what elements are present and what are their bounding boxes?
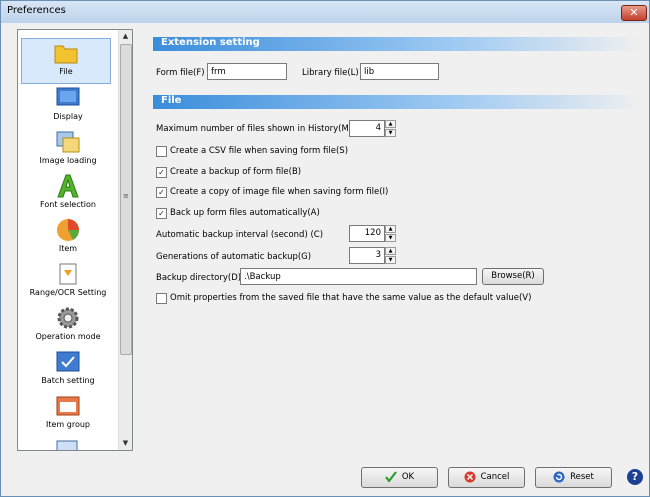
category-scrollbar[interactable]: ▲ ≡ ▼ [118,30,132,450]
library-file-label: Library file(L) [302,68,359,78]
sidebar-item-font-selection[interactable]: Font selection [18,172,118,216]
backup-directory-label: Backup directory(D) [156,273,242,283]
font-icon [57,174,79,198]
section-title: File [161,95,182,106]
sidebar-item-batch-setting[interactable]: Batch setting [18,348,118,392]
spin-down-icon[interactable]: ▼ [385,256,396,264]
sidebar-item-display[interactable]: Display [18,84,118,128]
omit-checkbox[interactable] [156,293,167,304]
preferences-window: Preferences ✕ File Display Image loading… [0,0,650,497]
csv-checkbox[interactable] [156,146,167,157]
sidebar-item-operation-mode[interactable]: Operation mode [18,304,118,348]
cancel-label: Cancel [480,472,510,482]
backup-form-label: Create a backup of form file(B) [170,167,302,177]
sidebar-item-label: Display [53,112,83,121]
sidebar-item-label: Operation mode [35,332,101,341]
sidebar-item-item-group[interactable]: Item group [18,392,118,436]
interval-value[interactable]: 120 [349,225,385,242]
category-list: File Display Image loading Font selectio… [17,29,133,451]
ok-button[interactable]: OK [361,467,438,488]
next-item-icon [56,440,78,450]
dialog-body: File Display Image loading Font selectio… [7,25,645,490]
monitor-icon [56,87,80,106]
generations-label: Generations of automatic backup(G) [156,252,312,262]
auto-backup-checkbox[interactable]: ✓ [156,208,167,219]
extension-setting-header: Extension setting [153,37,643,51]
library-file-field[interactable]: lib [360,63,439,80]
batch-icon [56,351,80,372]
spin-up-icon[interactable]: ▲ [385,225,396,233]
range-ocr-icon [59,263,77,285]
pie-chart-icon [57,219,80,241]
help-icon[interactable]: ? [627,469,643,485]
sidebar-item-label: Font selection [40,200,96,209]
omit-label: Omit properties from the saved file that… [170,293,532,303]
scroll-up-button[interactable]: ▲ [119,30,132,43]
close-button[interactable]: ✕ [621,5,647,21]
sidebar-item-label: Image loading [39,156,97,165]
copy-image-label: Create a copy of image file when saving … [170,187,389,197]
sidebar-item-label: Range/OCR Setting [29,288,107,297]
sidebar-item-image-loading[interactable]: Image loading [18,128,118,172]
history-label: Maximum number of files shown in History… [156,124,353,134]
sidebar-item-label: Batch setting [41,376,95,385]
image-loading-icon [56,131,80,153]
ok-label: OK [401,472,415,482]
sidebar-item-label: File [59,67,73,76]
form-file-field[interactable]: frm [207,63,287,80]
file-header: File [153,95,643,109]
interval-stepper[interactable]: 120 ▲ ▼ [349,225,397,242]
reset-label: Reset [570,472,594,482]
generations-stepper[interactable]: 3 ▲ ▼ [349,247,397,264]
spin-up-icon[interactable]: ▲ [385,120,396,128]
window-title: Preferences [7,5,66,16]
item-group-icon [56,396,80,416]
history-stepper[interactable]: 4 ▲ ▼ [349,120,397,137]
backup-directory-field[interactable]: .\Backup [240,268,477,285]
auto-backup-label: Back up form files automatically(A) [170,208,320,218]
sidebar-item-item[interactable]: Item [18,216,118,260]
browse-button[interactable]: Browse(R) [482,268,544,285]
spin-up-icon[interactable]: ▲ [385,247,396,255]
gear-icon [57,307,79,329]
generations-value[interactable]: 3 [349,247,385,264]
scroll-grip-icon: ≡ [123,192,129,200]
history-value[interactable]: 4 [349,120,385,137]
scroll-thumb[interactable]: ≡ [120,44,132,355]
spin-down-icon[interactable]: ▼ [385,234,396,242]
copy-image-checkbox[interactable]: ✓ [156,187,167,198]
reset-button[interactable]: Reset [535,467,612,488]
sidebar-item-label: Item group [46,420,90,429]
section-title: Extension setting [161,37,260,48]
title-bar: Preferences ✕ [1,1,649,23]
cancel-icon [464,471,476,482]
backup-form-checkbox[interactable]: ✓ [156,167,167,178]
scroll-down-button[interactable]: ▼ [119,437,132,450]
csv-label: Create a CSV file when saving form file(… [170,146,349,156]
sidebar-item-file[interactable]: File [21,38,111,84]
folder-icon [54,45,78,64]
sidebar-item-label: Item [58,244,78,253]
form-file-label: Form file(F) [156,68,205,78]
interval-label: Automatic backup interval (second) (C) [156,230,324,240]
sidebar-item-range-ocr[interactable]: Range/OCR Setting [18,260,118,304]
check-icon [384,471,397,482]
reset-icon [553,471,565,482]
spin-down-icon[interactable]: ▼ [385,129,396,137]
cancel-button[interactable]: Cancel [448,467,525,488]
